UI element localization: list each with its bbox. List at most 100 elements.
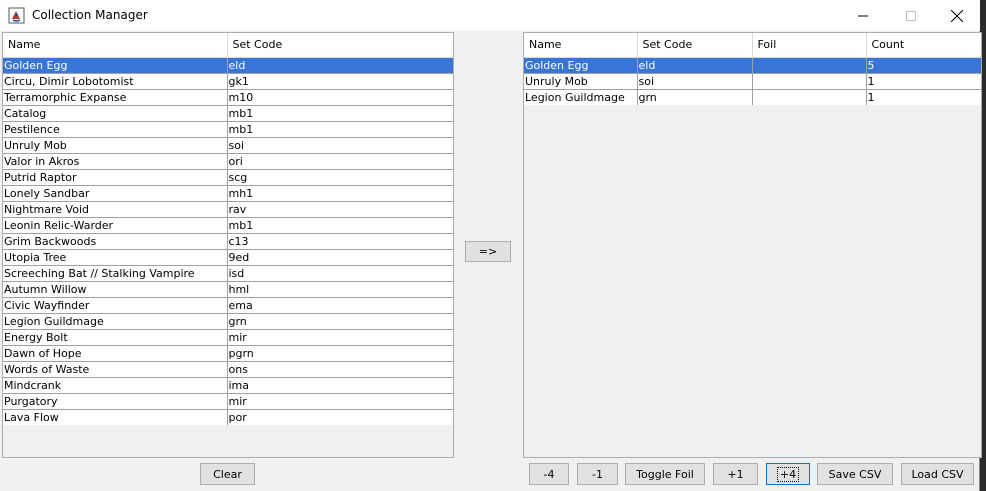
cell-name: Golden Egg	[3, 57, 228, 74]
window-title: Collection Manager	[32, 8, 148, 22]
table-row[interactable]: Lava Flow por	[3, 409, 453, 426]
cell-set-code: eld	[227, 57, 453, 74]
minimize-button[interactable]	[840, 0, 886, 31]
cell-foil	[752, 89, 867, 106]
cell-set-code: m10	[227, 89, 453, 106]
column-header-foil[interactable]: Foil	[752, 33, 867, 58]
cell-set-code: grn	[637, 89, 753, 106]
load-csv-button[interactable]: Load CSV	[901, 463, 974, 485]
table-row[interactable]: Golden Egg eld	[3, 57, 453, 74]
table-row[interactable]: Purgatory mir	[3, 393, 453, 410]
cell-name: Putrid Raptor	[3, 169, 228, 186]
collection-table[interactable]: Name Set Code Foil Count Golden Egg eld 5 U…	[523, 32, 982, 458]
cell-set-code: soi	[637, 73, 753, 90]
table-row[interactable]: Civic Wayfinder ema	[3, 297, 453, 314]
cell-set-code: 9ed	[227, 249, 453, 266]
table-row[interactable]: Screeching Bat // Stalking Vampire isd	[3, 265, 453, 282]
cell-set-code: rav	[227, 201, 453, 218]
save-csv-button[interactable]: Save CSV	[817, 463, 893, 485]
table-row[interactable]: Legion Guildmage grn 1	[524, 89, 981, 106]
cell-name: Nightmare Void	[3, 201, 228, 218]
cell-set-code: mir	[227, 393, 453, 410]
table-row[interactable]: Grim Backwoods c13	[3, 233, 453, 250]
table-row[interactable]: Utopia Tree 9ed	[3, 249, 453, 266]
java-app-icon	[8, 7, 25, 24]
column-header-set-code[interactable]: Set Code	[227, 33, 453, 58]
column-header-name[interactable]: Name	[524, 33, 638, 58]
cell-name: Golden Egg	[524, 57, 638, 74]
table-row[interactable]: Valor in Akros ori	[3, 153, 453, 170]
table-row[interactable]: Energy Bolt mir	[3, 329, 453, 346]
cell-set-code: eld	[637, 57, 753, 74]
cell-name: Autumn Willow	[3, 281, 228, 298]
cell-set-code: mir	[227, 329, 453, 346]
cell-count: 5	[866, 57, 981, 74]
cell-name: Civic Wayfinder	[3, 297, 228, 314]
close-button[interactable]	[934, 0, 980, 31]
cell-set-code: c13	[227, 233, 453, 250]
card-list-table[interactable]: Name Set Code Golden Egg eld Circu, Dimir …	[2, 32, 454, 458]
cell-set-code: grn	[227, 313, 453, 330]
column-header-count[interactable]: Count	[866, 33, 981, 58]
table-row[interactable]: Catalog mb1	[3, 105, 453, 122]
table-row[interactable]: Unruly Mob soi 1	[524, 73, 981, 90]
table-row[interactable]: Autumn Willow hml	[3, 281, 453, 298]
increase-4-button[interactable]: +4	[766, 463, 810, 485]
cell-set-code: soi	[227, 137, 453, 154]
cell-name: Purgatory	[3, 393, 228, 410]
cell-name: Lonely Sandbar	[3, 185, 228, 202]
maximize-button[interactable]	[888, 0, 934, 31]
cell-set-code: mb1	[227, 217, 453, 234]
right-table-empty-area	[524, 105, 981, 457]
table-row[interactable]: Putrid Raptor scg	[3, 169, 453, 186]
left-table-empty-area	[3, 425, 453, 457]
cell-name: Mindcrank	[3, 377, 228, 394]
cell-set-code: mb1	[227, 105, 453, 122]
cell-foil	[752, 73, 867, 90]
table-row[interactable]: Leonin Relic-Warder mb1	[3, 217, 453, 234]
decrease-1-button[interactable]: -1	[577, 463, 618, 485]
cell-name: Grim Backwoods	[3, 233, 228, 250]
cell-set-code: pgrn	[227, 345, 453, 362]
cell-name: Terramorphic Expanse	[3, 89, 228, 106]
cell-count: 1	[866, 89, 981, 106]
table-row[interactable]: Circu, Dimir Lobotomist gk1	[3, 73, 453, 90]
minimize-icon	[858, 15, 868, 16]
table-row[interactable]: Pestilence mb1	[3, 121, 453, 138]
cell-name: Legion Guildmage	[3, 313, 228, 330]
toggle-foil-button[interactable]: Toggle Foil	[625, 463, 705, 485]
table-row[interactable]: Terramorphic Expanse m10	[3, 89, 453, 106]
cell-name: Catalog	[3, 105, 228, 122]
table-row[interactable]: Golden Egg eld 5	[524, 57, 981, 74]
close-icon	[951, 9, 963, 22]
column-header-name[interactable]: Name	[3, 33, 228, 58]
increase-1-button[interactable]: +1	[713, 463, 758, 485]
cell-set-code: hml	[227, 281, 453, 298]
column-header-set-code[interactable]: Set Code	[637, 33, 753, 58]
decrease-4-button[interactable]: -4	[529, 463, 569, 485]
cell-name: Circu, Dimir Lobotomist	[3, 73, 228, 90]
cell-set-code: ema	[227, 297, 453, 314]
cell-name: Energy Bolt	[3, 329, 228, 346]
cell-name: Words of Waste	[3, 361, 228, 378]
table-row[interactable]: Legion Guildmage grn	[3, 313, 453, 330]
cell-name: Valor in Akros	[3, 153, 228, 170]
increase-4-label: +4	[776, 466, 800, 482]
title-bar[interactable]: Collection Manager	[0, 0, 980, 31]
table-row[interactable]: Words of Waste ons	[3, 361, 453, 378]
table-row[interactable]: Mindcrank ima	[3, 377, 453, 394]
cell-name: Pestilence	[3, 121, 228, 138]
cell-name: Unruly Mob	[524, 73, 638, 90]
table-row[interactable]: Dawn of Hope pgrn	[3, 345, 453, 362]
add-to-collection-button[interactable]: =>	[465, 241, 511, 262]
table-row[interactable]: Unruly Mob soi	[3, 137, 453, 154]
cell-set-code: ons	[227, 361, 453, 378]
cell-name: Dawn of Hope	[3, 345, 228, 362]
table-row[interactable]: Nightmare Void rav	[3, 201, 453, 218]
cell-set-code: por	[227, 409, 453, 426]
cell-set-code: mh1	[227, 185, 453, 202]
clear-button[interactable]: Clear	[200, 463, 255, 485]
cell-name: Screeching Bat // Stalking Vampire	[3, 265, 228, 282]
cell-name: Unruly Mob	[3, 137, 228, 154]
table-row[interactable]: Lonely Sandbar mh1	[3, 185, 453, 202]
